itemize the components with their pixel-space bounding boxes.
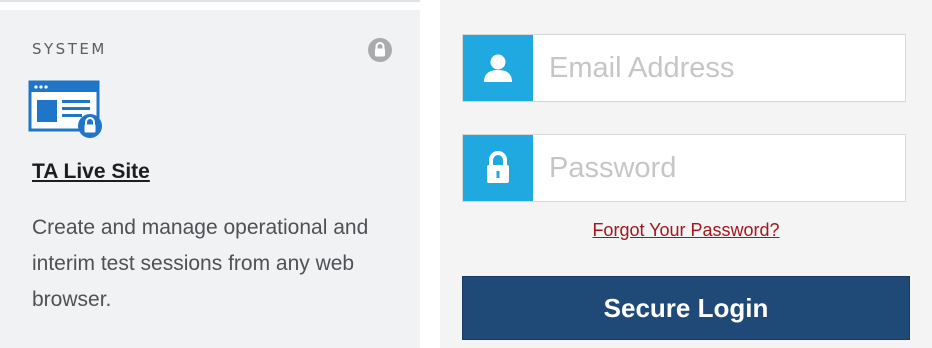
card-top-strip (0, 2, 420, 10)
lock-icon (463, 135, 533, 201)
email-input[interactable] (533, 35, 905, 101)
card-title-link[interactable]: TA Live Site (32, 160, 150, 184)
password-field (462, 134, 906, 202)
card-description: Create and manage operational and interi… (32, 216, 369, 311)
card-category: SYSTEM (32, 40, 107, 58)
system-card: SYSTEM TA Live Site Create and manage op… (0, 0, 420, 348)
browser-lock-icon (28, 80, 106, 138)
password-input[interactable] (533, 135, 905, 201)
user-icon (463, 35, 533, 101)
panel-gap (420, 0, 440, 348)
forgot-password-link[interactable]: Forgot Your Password? (440, 220, 932, 241)
lock-icon (368, 38, 392, 62)
secure-login-button[interactable]: Secure Login (462, 276, 910, 340)
email-field (462, 34, 906, 102)
login-panel: Forgot Your Password? Secure Login (440, 0, 932, 348)
